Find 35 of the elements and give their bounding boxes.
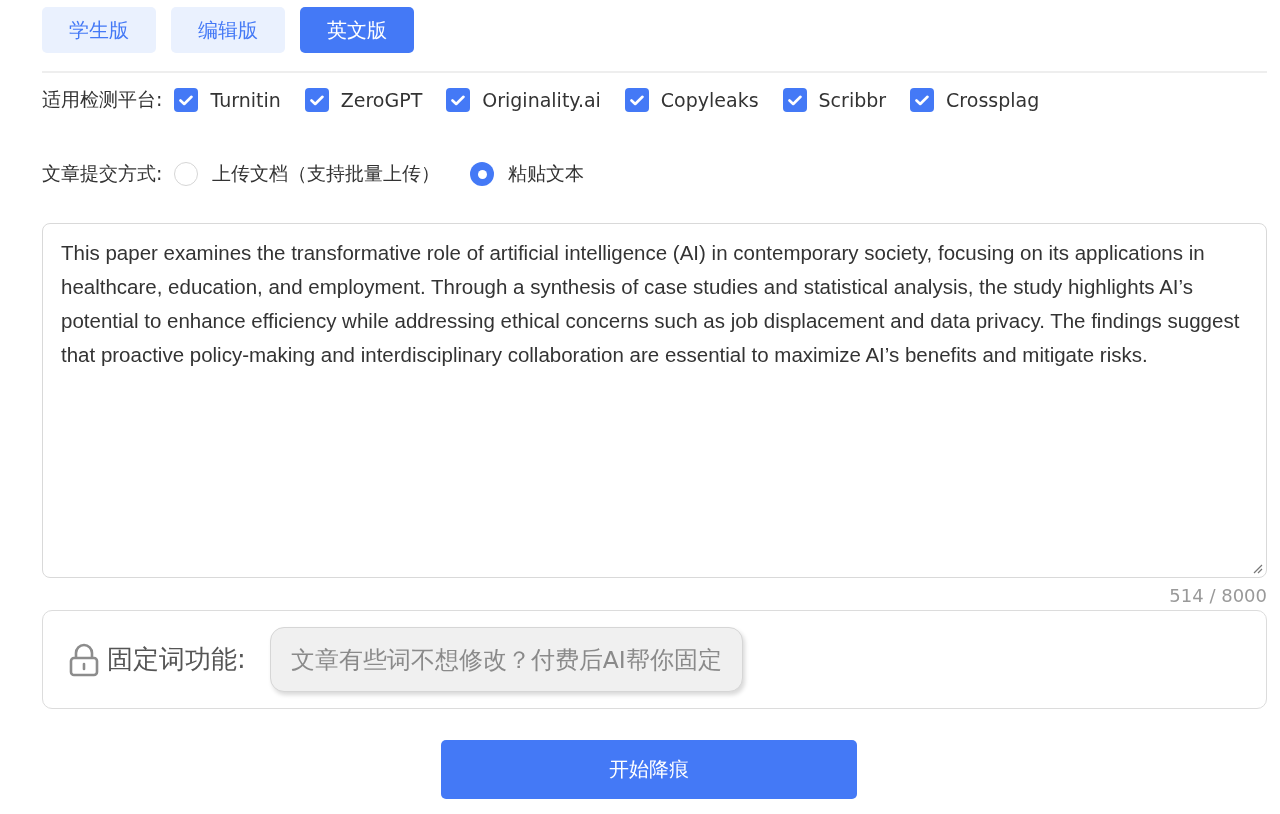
text-area-value: This paper examines the transformative role of artificial intelligence (AI) in contemporary society, focusing on its applications in healthcare, education, and employment. Through a synthesis of case studies and statistical analysis, the study highlights AI’s potential to enhance efficiency while addressing ethical concerns such as job displacement and data privacy. The findings suggest that proactive policy-making and interdisciplinary collaboration are essential to maximize AI’s benefits and mitigate risks.: [61, 240, 1241, 368]
edition-tab[interactable]: 编辑版: [171, 7, 285, 53]
radio-label: 粘贴文本: [508, 161, 585, 186]
start-button[interactable]: 开始降痕: [440, 740, 857, 799]
checkbox[interactable]: [624, 88, 649, 112]
text-area[interactable]: [42, 223, 1267, 578]
checkmark-icon: [309, 94, 324, 106]
checkbox[interactable]: [174, 88, 199, 112]
checkbox[interactable]: [910, 88, 935, 112]
radio-button[interactable]: [174, 162, 199, 186]
platforms-label: 适用检测平台:: [42, 87, 163, 112]
platform-label: Scribbr: [818, 89, 887, 111]
platform-label: ZeroGPT: [340, 89, 423, 111]
checkmark-icon: [787, 94, 802, 106]
radio-label: 上传文档（支持批量上传）: [212, 161, 441, 186]
platform-label: Turnitin: [210, 89, 281, 111]
fixed-words-label: 固定词功能:: [107, 643, 246, 676]
platform-label: Copyleaks: [660, 89, 759, 111]
radio-button[interactable]: [470, 162, 495, 186]
resize-grip-icon[interactable]: [1253, 564, 1263, 574]
fixed-words-button[interactable]: 文章有些词不想修改？付费后AI帮你固定: [269, 627, 743, 692]
character-counter: 514 / 8000: [1169, 584, 1267, 608]
lock-icon: [69, 642, 99, 677]
platform-label: Originality.ai: [482, 89, 601, 111]
submit-mode-label: 文章提交方式:: [42, 161, 163, 186]
checkmark-icon: [629, 94, 644, 106]
checkmark-icon: [451, 94, 466, 106]
checkbox[interactable]: [304, 88, 329, 112]
platform-label: Crossplag: [946, 89, 1040, 111]
edition-tab[interactable]: 英文版: [300, 7, 414, 53]
checkmark-icon: [915, 94, 930, 106]
checkbox[interactable]: [782, 88, 807, 112]
checkmark-icon: [179, 94, 194, 106]
edition-tab[interactable]: 学生版: [42, 7, 156, 53]
checkbox[interactable]: [446, 88, 471, 112]
